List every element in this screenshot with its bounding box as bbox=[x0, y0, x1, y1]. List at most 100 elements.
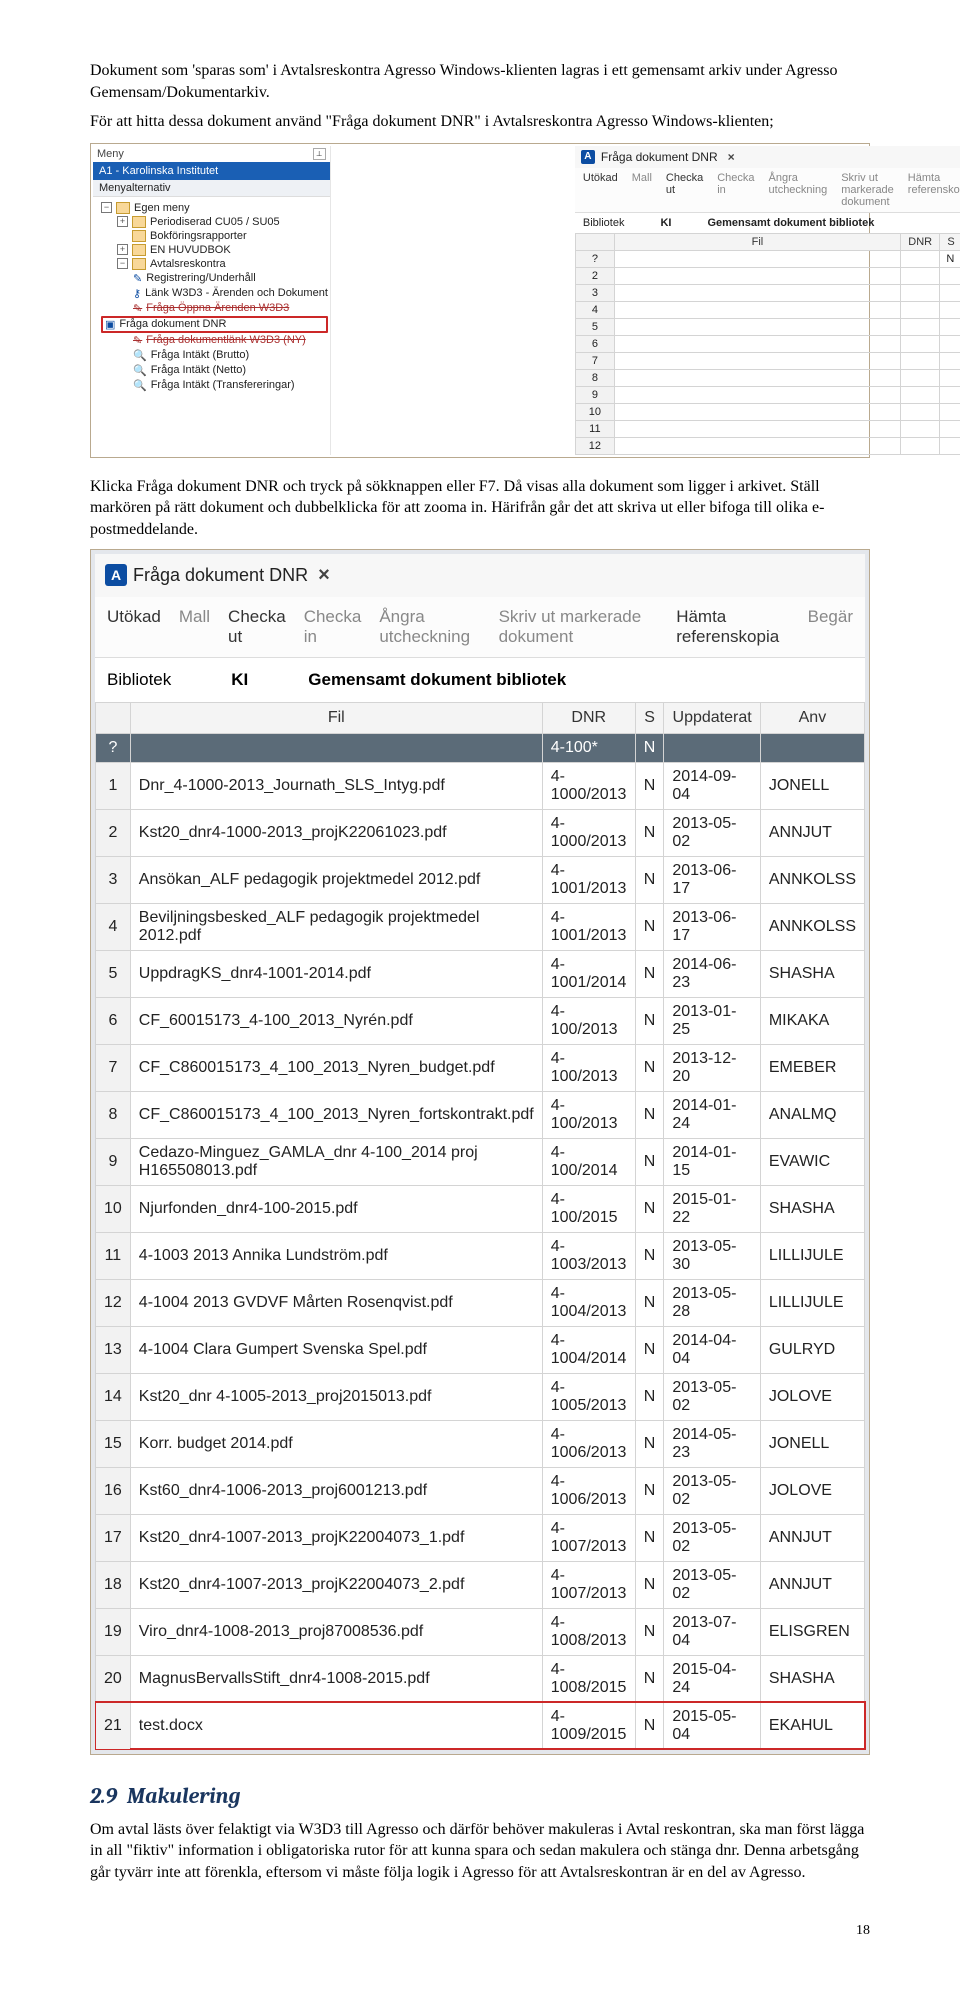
tree-lank-w3d3[interactable]: ⚷Länk W3D3 - Ärenden och Dokument bbox=[101, 286, 328, 301]
tree-registrering[interactable]: ✎Registrering/Underhåll bbox=[101, 271, 328, 286]
close-icon[interactable]: × bbox=[728, 150, 735, 164]
cell-upd[interactable]: 2013-05-02 bbox=[664, 1514, 760, 1561]
cell-dnr[interactable]: 4-1008/2015 bbox=[542, 1655, 635, 1702]
cell-fil[interactable]: Kst60_dnr4-1006-2013_proj6001213.pdf bbox=[130, 1467, 542, 1514]
cell-dnr[interactable]: 4-1006/2013 bbox=[542, 1420, 635, 1467]
table-row[interactable]: 8CF_C860015173_4_100_2013_Nyren_fortskon… bbox=[96, 1091, 865, 1138]
table-row[interactable]: 2Kst20_dnr4-1000-2013_projK22061023.pdf4… bbox=[96, 809, 865, 856]
cell-s[interactable]: N bbox=[635, 903, 664, 950]
cell-anv[interactable]: LILLIJULE bbox=[760, 1232, 864, 1279]
table-row[interactable]: 7CF_C860015173_4_100_2013_Nyren_budget.p… bbox=[96, 1044, 865, 1091]
tree-avtalsreskontra[interactable]: −Avtalsreskontra bbox=[101, 257, 328, 271]
table-row[interactable]: 3Ansökan_ALF pedagogik projektmedel 2012… bbox=[96, 856, 865, 903]
table-row[interactable]: 11 bbox=[575, 420, 960, 437]
cell-upd[interactable]: 2014-05-23 bbox=[664, 1420, 760, 1467]
table-row[interactable]: 6 bbox=[575, 335, 960, 352]
tab-title[interactable]: Fråga dokument DNR bbox=[133, 565, 308, 586]
cell-s[interactable]: N bbox=[635, 1561, 664, 1608]
cell-fil[interactable]: 4-1004 2013 GVDVF Mårten Rosenqvist.pdf bbox=[130, 1279, 542, 1326]
tab-title[interactable]: Fråga dokument DNR bbox=[601, 150, 718, 164]
filter-cell-s[interactable]: N bbox=[635, 733, 664, 762]
tree-egen-meny[interactable]: −Egen meny bbox=[101, 201, 328, 215]
tree-fraga-oppna[interactable]: ✎Fråga Öppna Ärenden W3D3 bbox=[101, 301, 328, 316]
toolbar-utokad[interactable]: Utökad bbox=[583, 172, 618, 208]
col-s[interactable]: S bbox=[940, 233, 960, 250]
cell-upd[interactable]: 2014-01-24 bbox=[664, 1091, 760, 1138]
filter-cell-upd[interactable] bbox=[664, 733, 760, 762]
toolbar-hamta[interactable]: Hämta referenskopia bbox=[908, 172, 960, 208]
cell-s[interactable]: N bbox=[635, 950, 664, 997]
tree-fraga-doklank[interactable]: ✎Fråga dokumentlänk W3D3 (NY) bbox=[101, 333, 328, 348]
cell-upd[interactable]: 2015-04-24 bbox=[664, 1655, 760, 1702]
cell-upd[interactable]: 2013-05-30 bbox=[664, 1232, 760, 1279]
table-row[interactable]: 5 bbox=[575, 318, 960, 335]
cell-fil[interactable]: Njurfonden_dnr4-100-2015.pdf bbox=[130, 1185, 542, 1232]
cell-anv[interactable]: ANNKOLSS bbox=[760, 856, 864, 903]
cell-anv[interactable]: EMEBER bbox=[760, 1044, 864, 1091]
cell-s[interactable]: N bbox=[635, 1702, 664, 1749]
cell-dnr[interactable]: 4-1000/2013 bbox=[542, 762, 635, 809]
table-row[interactable]: 21test.docx4-1009/2015N2015-05-04EKAHUL bbox=[96, 1702, 865, 1749]
cell-s[interactable]: N bbox=[635, 1467, 664, 1514]
toolbar-skriv[interactable]: Skriv ut markerade dokument bbox=[841, 172, 894, 208]
cell-anv[interactable]: EVAWIC bbox=[760, 1138, 864, 1185]
col-dnr[interactable]: DNR bbox=[900, 233, 939, 250]
toolbar-angra[interactable]: Ångra utcheckning bbox=[769, 172, 828, 208]
cell-anv[interactable]: ANNKOLSS bbox=[760, 903, 864, 950]
table-row[interactable]: 6CF_60015173_4-100_2013_Nyrén.pdf4-100/2… bbox=[96, 997, 865, 1044]
table-row[interactable]: 5UppdragKS_dnr4-1001-2014.pdf4-1001/2014… bbox=[96, 950, 865, 997]
cell-s[interactable]: N bbox=[635, 1091, 664, 1138]
cell-dnr[interactable]: 4-1005/2013 bbox=[542, 1373, 635, 1420]
col-uppdaterat[interactable]: Uppdaterat bbox=[664, 702, 760, 733]
table-row[interactable]: 9 bbox=[575, 386, 960, 403]
cell-s[interactable]: N bbox=[635, 1655, 664, 1702]
pin-icon[interactable]: ⟂ bbox=[313, 148, 326, 160]
cell-fil[interactable]: Cedazo-Minguez_GAMLA_dnr 4-100_2014 proj… bbox=[130, 1138, 542, 1185]
filter-cell-anv[interactable] bbox=[760, 733, 864, 762]
toolbar-checka-ut[interactable]: Checka ut bbox=[666, 172, 703, 208]
cell-upd[interactable]: 2013-01-25 bbox=[664, 997, 760, 1044]
table-row[interactable]: 14Kst20_dnr 4-1005-2013_proj2015013.pdf4… bbox=[96, 1373, 865, 1420]
cell-anv[interactable]: ANNJUT bbox=[760, 1561, 864, 1608]
cell-dnr[interactable]: 4-1008/2013 bbox=[542, 1608, 635, 1655]
cell-anv[interactable]: JOLOVE bbox=[760, 1467, 864, 1514]
cell-anv[interactable]: JONELL bbox=[760, 1420, 864, 1467]
cell-anv[interactable]: SHASHA bbox=[760, 1185, 864, 1232]
col-fil[interactable]: Fil bbox=[130, 702, 542, 733]
cell-fil[interactable]: UppdragKS_dnr4-1001-2014.pdf bbox=[130, 950, 542, 997]
table-row[interactable]: 114-1003 2013 Annika Lundström.pdf4-1003… bbox=[96, 1232, 865, 1279]
table-row[interactable]: 16Kst60_dnr4-1006-2013_proj6001213.pdf4-… bbox=[96, 1467, 865, 1514]
cell-dnr[interactable]: 4-100/2015 bbox=[542, 1185, 635, 1232]
filter-cell-dnr[interactable]: 4-100* bbox=[542, 733, 635, 762]
cell-fil[interactable]: Kst20_dnr4-1007-2013_projK22004073_1.pdf bbox=[130, 1514, 542, 1561]
toolbar-checka-in[interactable]: Checka in bbox=[717, 172, 754, 208]
cell-dnr[interactable]: 4-1007/2013 bbox=[542, 1561, 635, 1608]
cell-fil[interactable]: 4-1003 2013 Annika Lundström.pdf bbox=[130, 1232, 542, 1279]
cell-anv[interactable]: ANNJUT bbox=[760, 809, 864, 856]
cell-dnr[interactable]: 4-1001/2013 bbox=[542, 903, 635, 950]
toolbar-begar[interactable]: Begär bbox=[808, 607, 853, 647]
cell-s[interactable]: N bbox=[635, 997, 664, 1044]
cell-upd[interactable]: 2014-01-15 bbox=[664, 1138, 760, 1185]
cell-s[interactable]: N bbox=[635, 1279, 664, 1326]
cell-anv[interactable]: MIKAKA bbox=[760, 997, 864, 1044]
table-row[interactable]: 10Njurfonden_dnr4-100-2015.pdf4-100/2015… bbox=[96, 1185, 865, 1232]
cell-upd[interactable]: 2013-12-20 bbox=[664, 1044, 760, 1091]
cell-s[interactable]: N bbox=[635, 1138, 664, 1185]
table-row[interactable]: 18Kst20_dnr4-1007-2013_projK22004073_2.p… bbox=[96, 1561, 865, 1608]
table-row[interactable]: 19Viro_dnr4-1008-2013_proj87008536.pdf4-… bbox=[96, 1608, 865, 1655]
cell-anv[interactable]: GULRYD bbox=[760, 1326, 864, 1373]
cell-dnr[interactable]: 4-1001/2014 bbox=[542, 950, 635, 997]
table-row[interactable]: 12 bbox=[575, 437, 960, 454]
cell-dnr[interactable]: 4-1004/2013 bbox=[542, 1279, 635, 1326]
cell-fil[interactable]: Beviljningsbesked_ALF pedagogik projektm… bbox=[130, 903, 542, 950]
cell-fil[interactable]: Dnr_4-1000-2013_Journath_SLS_Intyg.pdf bbox=[130, 762, 542, 809]
cell-upd[interactable]: 2013-05-02 bbox=[664, 1561, 760, 1608]
toolbar-angra[interactable]: Ångra utcheckning bbox=[379, 607, 480, 647]
cell-dnr[interactable]: 4-1001/2013 bbox=[542, 856, 635, 903]
cell-upd[interactable]: 2013-06-17 bbox=[664, 903, 760, 950]
tree-fraga-brutto[interactable]: 🔍Fråga Intäkt (Brutto) bbox=[101, 348, 328, 363]
tree-periodiserad[interactable]: +Periodiserad CU05 / SU05 bbox=[101, 215, 328, 229]
cell-fil[interactable]: test.docx bbox=[130, 1702, 542, 1749]
cell-fil[interactable]: CF_C860015173_4_100_2013_Nyren_fortskont… bbox=[130, 1091, 542, 1138]
